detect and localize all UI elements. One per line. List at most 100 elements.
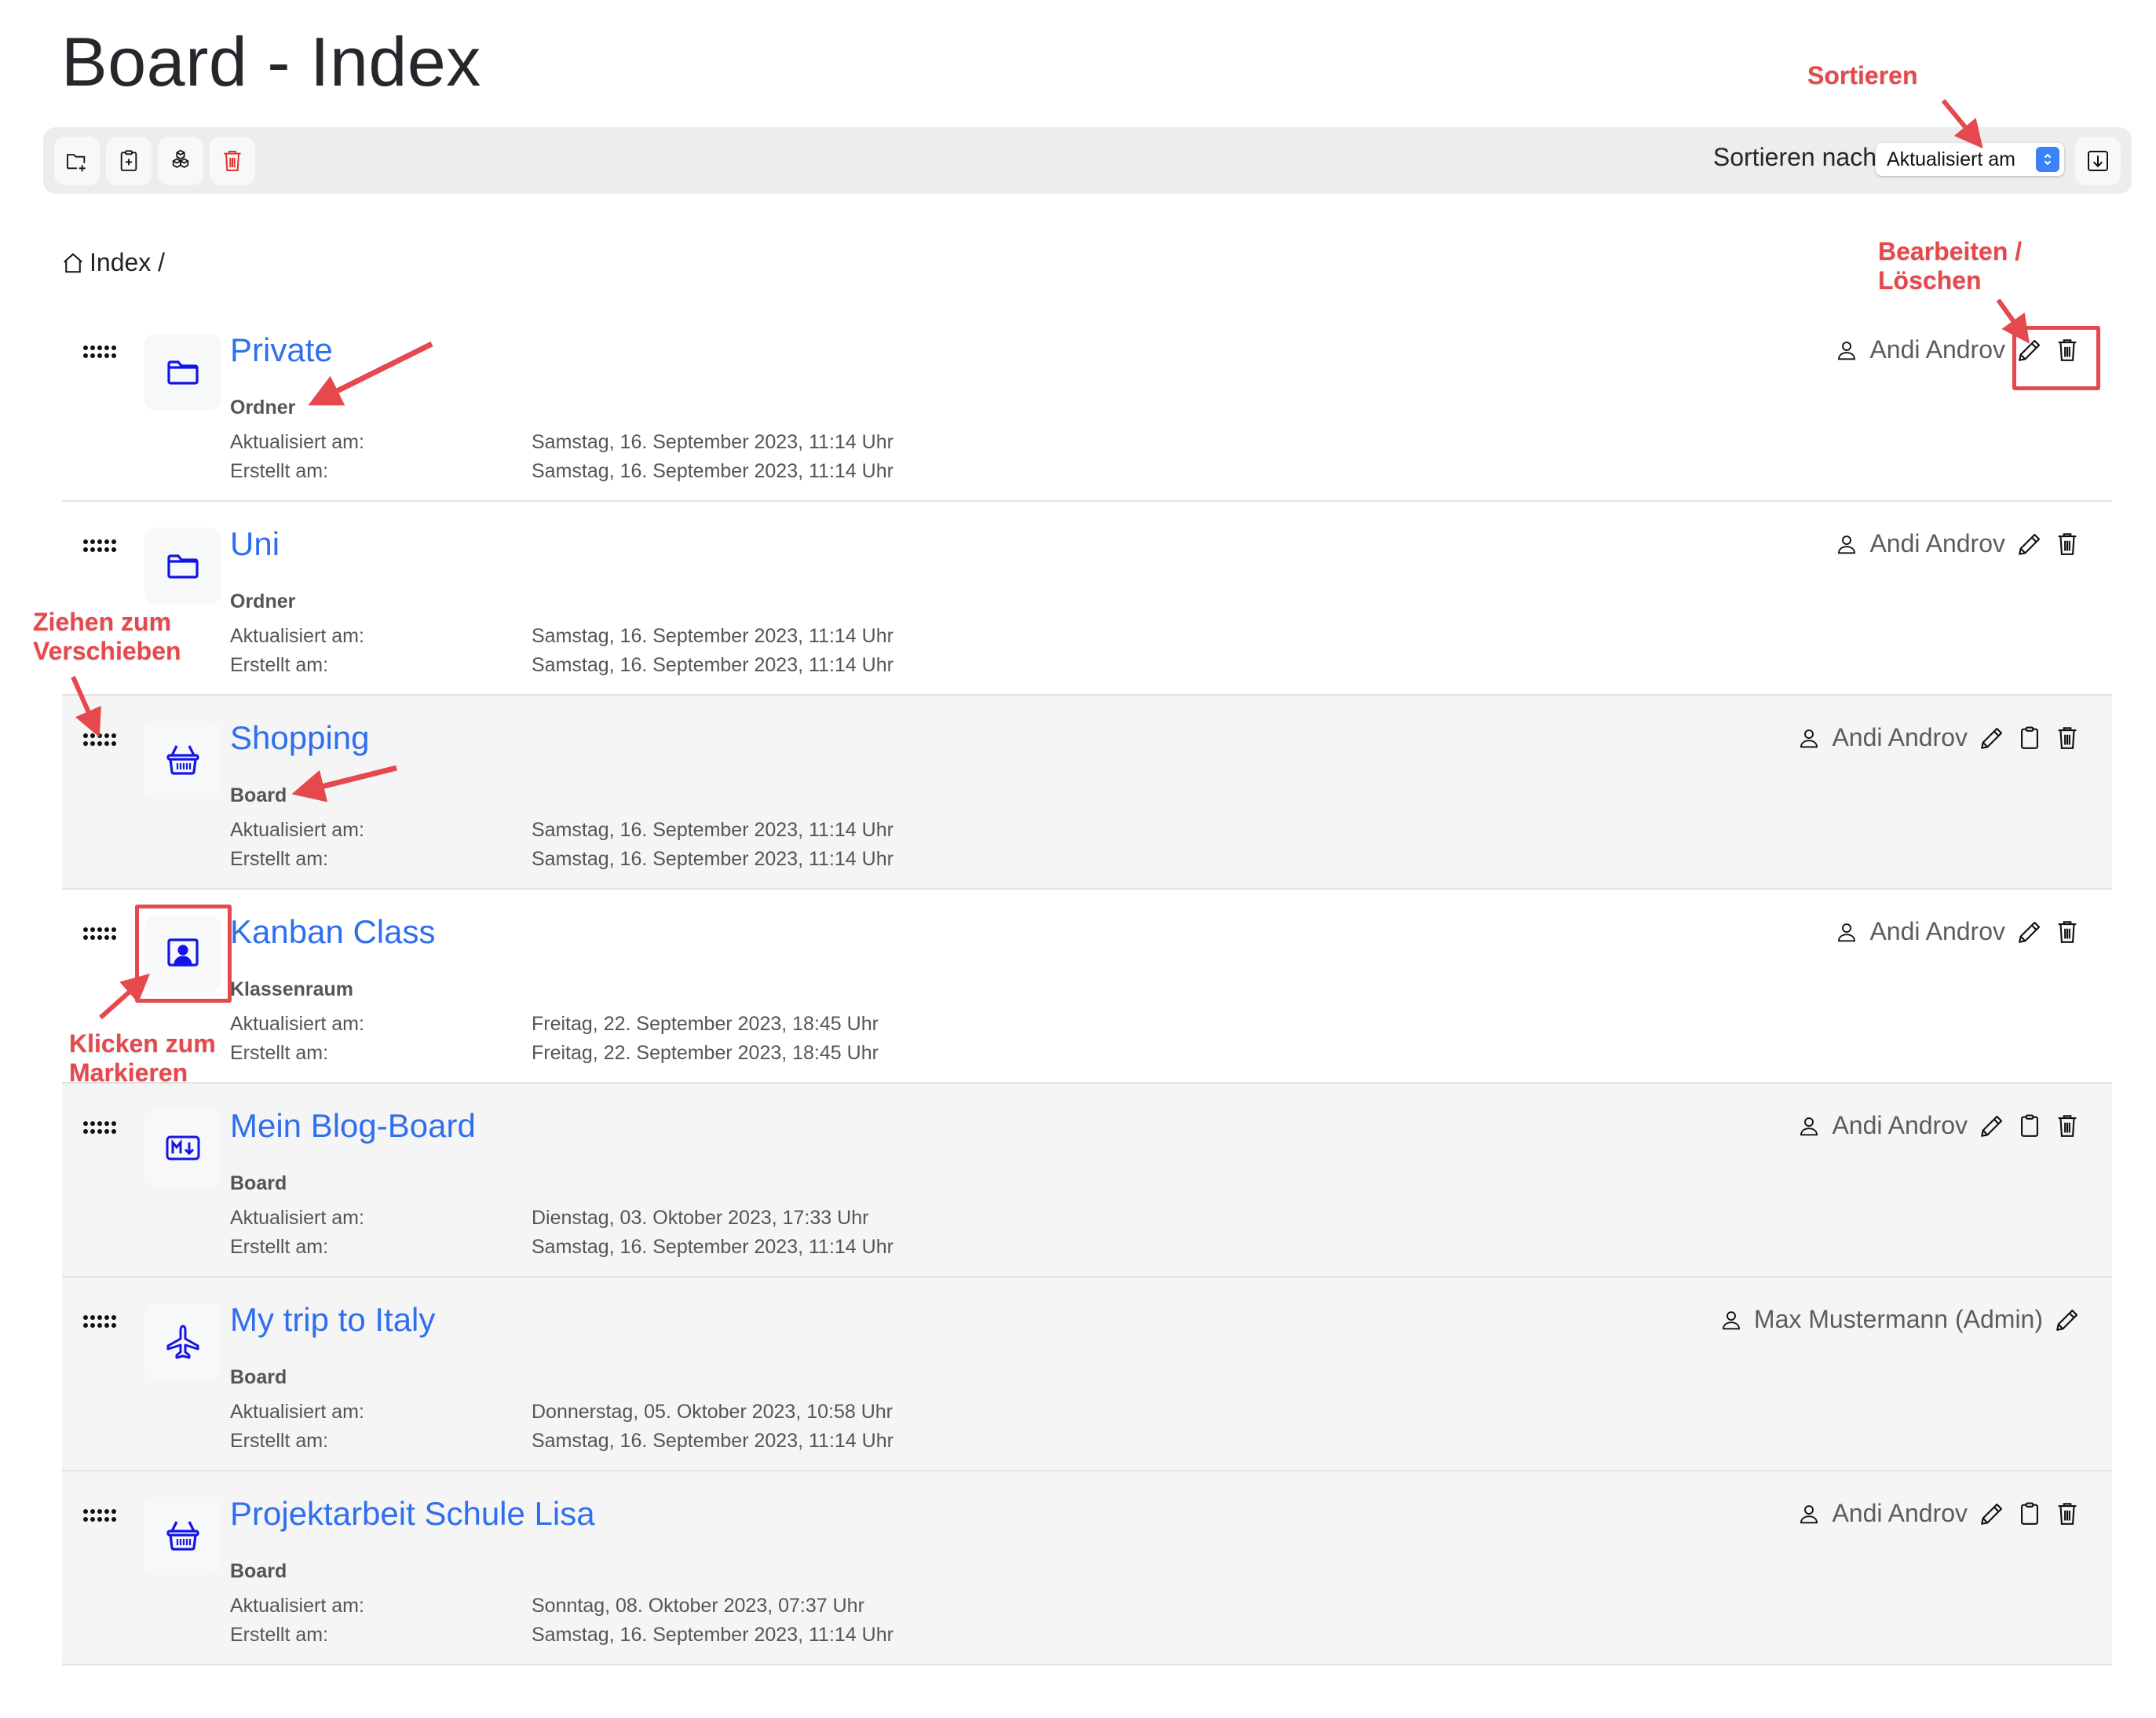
- pencil-icon: [2016, 531, 2043, 557]
- annotation-edit-delete-line2: Löschen: [1878, 266, 1982, 294]
- drag-dot: [111, 345, 116, 350]
- annotation-select-line2: Markieren: [69, 1058, 188, 1087]
- item-owner: Andi Androv: [1797, 723, 2081, 752]
- drag-dot: [111, 1315, 116, 1320]
- item-owner: Max Mustermann (Admin): [1719, 1305, 2081, 1334]
- drag-handle-icon[interactable]: [83, 1121, 118, 1137]
- updated-value: Samstag, 16. September 2023, 11:14 Uhr: [532, 625, 893, 647]
- drag-handle-icon[interactable]: [83, 1315, 118, 1331]
- drag-dot: [97, 1323, 102, 1328]
- item-title-link[interactable]: Kanban Class: [230, 913, 436, 951]
- drag-dot: [104, 1121, 109, 1126]
- drag-dot: [83, 1315, 88, 1320]
- updated-value: Dienstag, 03. Oktober 2023, 17:33 Uhr: [532, 1207, 869, 1229]
- annotation-drag-line2: Verschieben: [33, 637, 181, 665]
- trash-icon: [2054, 725, 2081, 751]
- drag-dot: [90, 733, 95, 738]
- drag-dot: [104, 1509, 109, 1514]
- created-label: Erstellt am:: [230, 1042, 329, 1064]
- edit-button[interactable]: [1979, 725, 2005, 751]
- item-type: Board: [230, 1172, 287, 1194]
- delete-button[interactable]: [2054, 1501, 2081, 1527]
- drag-dot: [90, 935, 95, 940]
- item-type: Klassenraum: [230, 978, 354, 1000]
- item-select-toggle[interactable]: [144, 1109, 221, 1186]
- drag-dot: [90, 1315, 95, 1320]
- item-title-link[interactable]: My trip to Italy: [230, 1301, 435, 1339]
- new-classroom-button[interactable]: [158, 137, 203, 185]
- drag-handle-icon[interactable]: [83, 927, 118, 943]
- trash-icon: [2054, 1501, 2081, 1527]
- item-select-toggle[interactable]: [144, 1303, 221, 1380]
- trash-icon: [2054, 1113, 2081, 1139]
- drag-handle-icon[interactable]: [83, 1509, 118, 1525]
- drag-dot: [111, 1121, 116, 1126]
- drag-handle-icon[interactable]: [83, 345, 118, 361]
- user-icon: [1835, 338, 1858, 362]
- folder-plus-icon: [67, 154, 86, 172]
- item-select-toggle[interactable]: [144, 722, 221, 799]
- basket-icon: [164, 741, 202, 779]
- created-value: Samstag, 16. September 2023, 11:14 Uhr: [532, 460, 893, 482]
- owner-name: Andi Androv: [1869, 917, 2005, 945]
- drag-dot: [83, 1517, 88, 1522]
- created-value: Samstag, 16. September 2023, 11:14 Uhr: [532, 1430, 893, 1452]
- delete-selected-button[interactable]: [210, 137, 255, 185]
- list-item: Shopping Board Aktualisiert am: Samstag,…: [62, 696, 2112, 890]
- user-icon: [1835, 920, 1858, 944]
- item-title-link[interactable]: Private: [230, 331, 333, 369]
- sort-select[interactable]: Aktualisiert am: [1876, 143, 2064, 176]
- drag-dot: [104, 345, 109, 350]
- item-title-link[interactable]: Uni: [230, 525, 280, 563]
- markdown-icon: [164, 1129, 202, 1167]
- edit-button[interactable]: [2054, 1307, 2081, 1333]
- drag-dot: [97, 1517, 102, 1522]
- pencil-icon: [2054, 1307, 2081, 1333]
- drag-handle-icon[interactable]: [83, 539, 118, 555]
- drag-dot: [104, 1315, 109, 1320]
- copy-button[interactable]: [2016, 1501, 2043, 1527]
- edit-button[interactable]: [1979, 1501, 2005, 1527]
- item-select-toggle[interactable]: [144, 1497, 221, 1574]
- folder-icon: [164, 353, 202, 391]
- item-type: Board: [230, 1560, 287, 1582]
- item-type: Ordner: [230, 590, 296, 612]
- drag-dot: [111, 539, 116, 544]
- drag-handle-icon[interactable]: [83, 733, 118, 749]
- item-title-link[interactable]: Mein Blog-Board: [230, 1107, 476, 1145]
- drag-dot: [90, 1509, 95, 1514]
- list-item: Private Ordner Aktualisiert am: Samstag,…: [62, 308, 2112, 502]
- item-title-link[interactable]: Shopping: [230, 719, 370, 757]
- delete-button[interactable]: [2054, 531, 2081, 557]
- updated-label: Aktualisiert am:: [230, 1595, 364, 1617]
- new-board-button[interactable]: [106, 137, 152, 185]
- drag-dot: [83, 1323, 88, 1328]
- sort-label: Sortieren nach: [1712, 143, 1876, 171]
- clipboard-icon: [2016, 1113, 2043, 1139]
- updated-value: Samstag, 16. September 2023, 11:14 Uhr: [532, 819, 893, 841]
- breadcrumb-index-link[interactable]: Index /: [90, 248, 165, 277]
- drag-dot: [111, 741, 116, 746]
- drag-dot: [97, 1509, 102, 1514]
- sort-direction-button[interactable]: [2075, 137, 2121, 185]
- edit-button[interactable]: [2016, 531, 2043, 557]
- delete-button[interactable]: [2054, 1113, 2081, 1139]
- drag-dot: [104, 741, 109, 746]
- new-folder-button[interactable]: [54, 137, 100, 185]
- edit-button[interactable]: [2016, 919, 2043, 945]
- copy-button[interactable]: [2016, 1113, 2043, 1139]
- drag-dot: [104, 1517, 109, 1522]
- drag-dot: [83, 539, 88, 544]
- drag-dot: [111, 927, 116, 932]
- item-select-toggle[interactable]: [144, 334, 221, 411]
- item-title-link[interactable]: Projektarbeit Schule Lisa: [230, 1495, 595, 1533]
- edit-button[interactable]: [1979, 1113, 2005, 1139]
- boxes-icon: [172, 149, 189, 168]
- drag-dot: [90, 1323, 95, 1328]
- drag-dot: [104, 1129, 109, 1134]
- item-select-toggle[interactable]: [144, 528, 221, 605]
- delete-button[interactable]: [2054, 919, 2081, 945]
- delete-button[interactable]: [2054, 725, 2081, 751]
- copy-button[interactable]: [2016, 725, 2043, 751]
- updated-value: Donnerstag, 05. Oktober 2023, 10:58 Uhr: [532, 1401, 893, 1423]
